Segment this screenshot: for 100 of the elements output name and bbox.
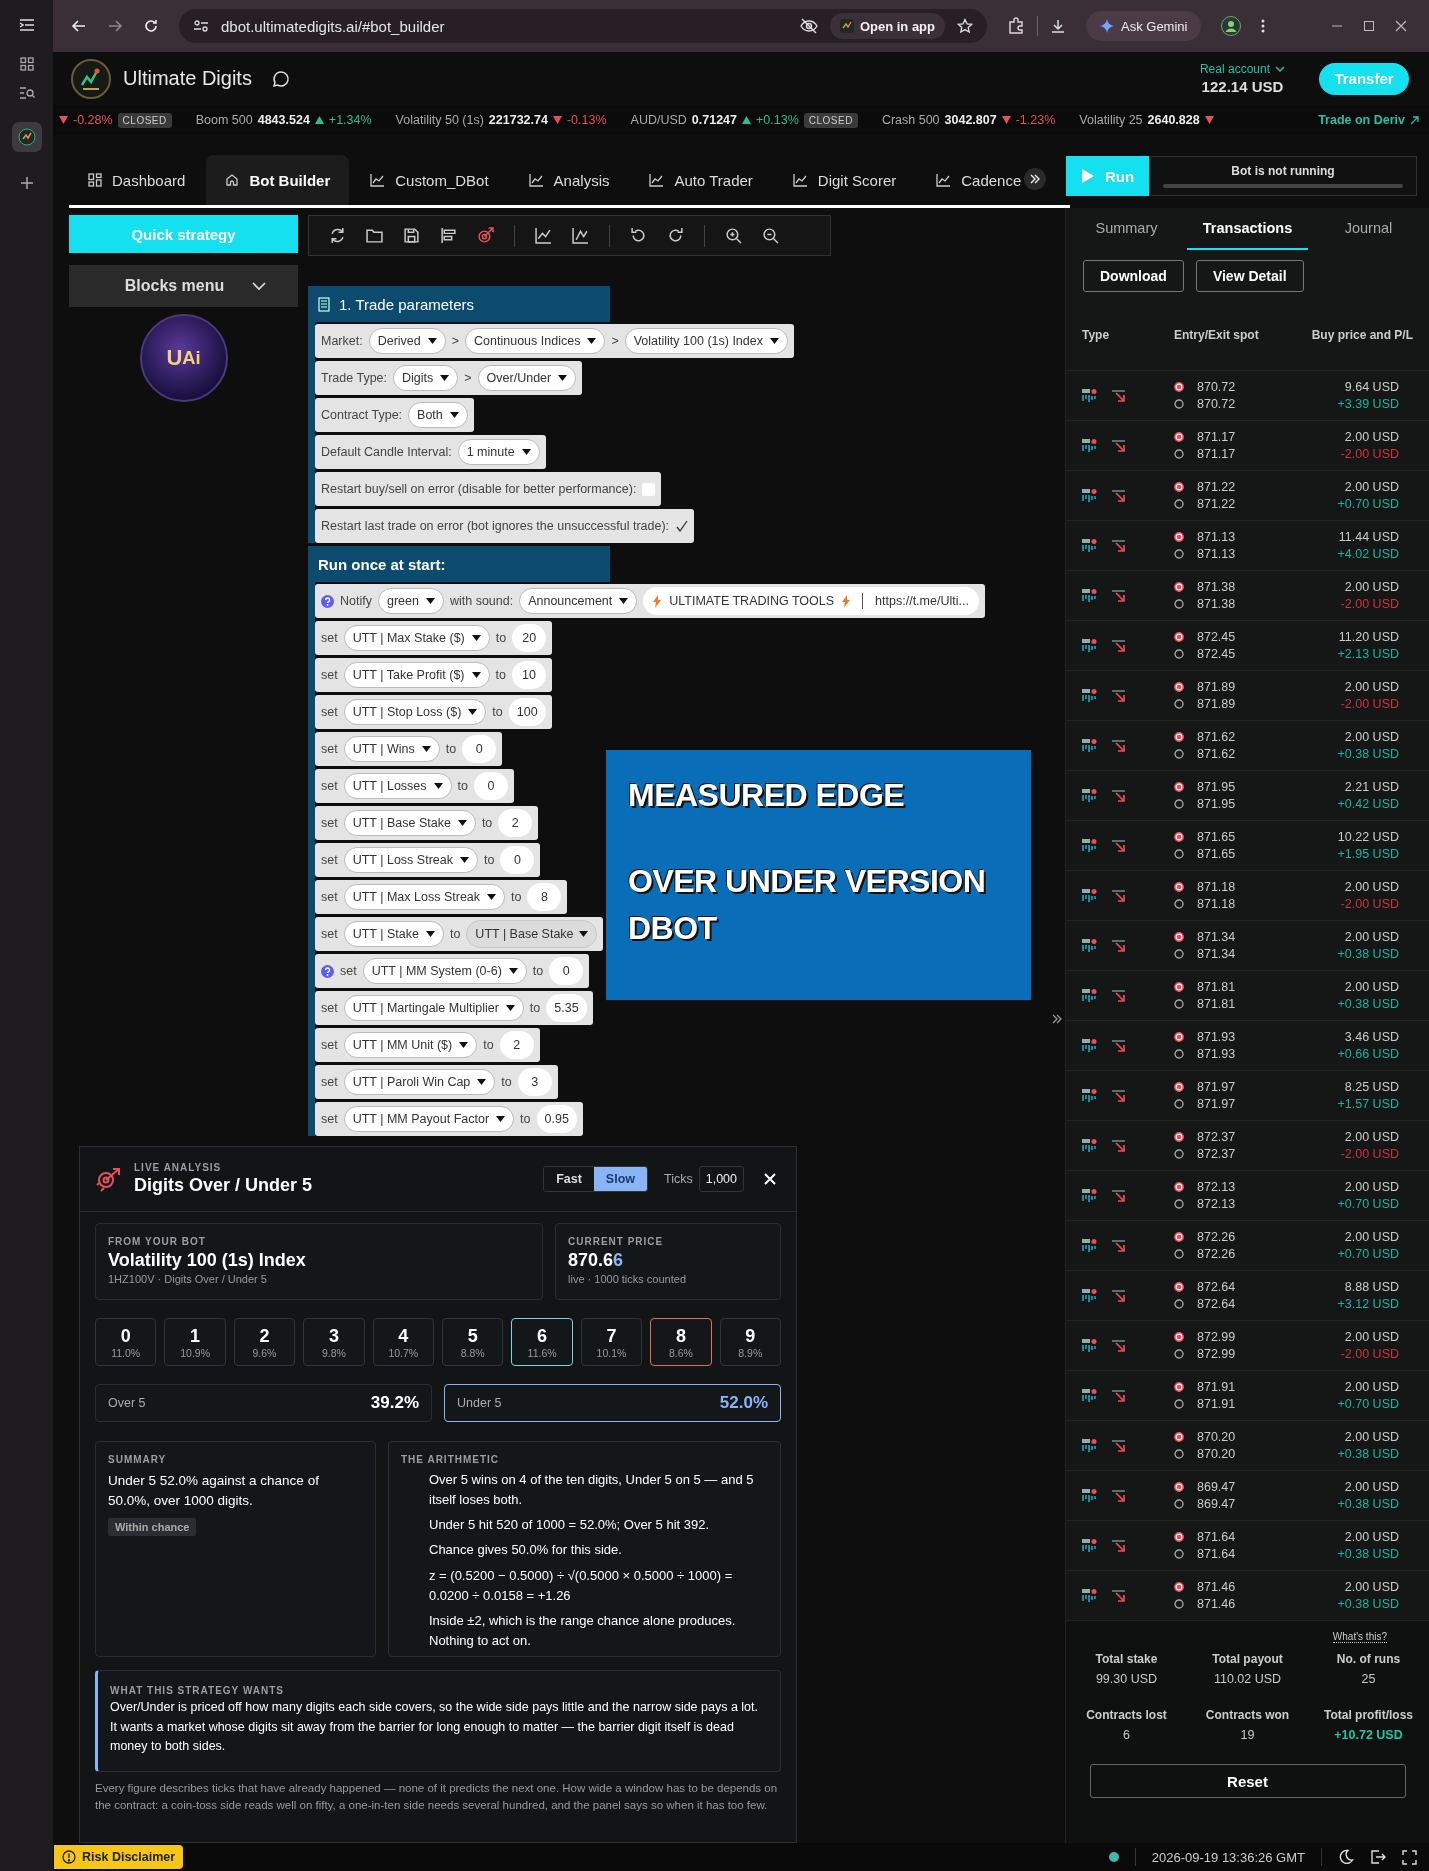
block-statement[interactable]: set UTT | Max Loss Streak to 8	[315, 880, 568, 914]
align-icon[interactable]	[440, 227, 457, 244]
app-tile[interactable]	[11, 122, 42, 152]
block-dropdown[interactable]: 1 minute	[457, 439, 540, 465]
eye-off-icon[interactable]	[799, 18, 818, 34]
number-field[interactable]: 2	[498, 809, 533, 837]
block-dropdown[interactable]: UTT | Base Stake	[343, 810, 476, 836]
block-statement[interactable]: Trade Type: Digits > Over/Under	[315, 361, 583, 395]
search-list-icon[interactable]	[18, 86, 35, 100]
block-statement[interactable]: set UTT | Base Stake to 2	[315, 806, 539, 840]
help-icon[interactable]	[321, 594, 334, 608]
nav-tab[interactable]: Analysis	[509, 155, 629, 205]
site-info-icon[interactable]	[193, 19, 209, 33]
logout-icon[interactable]	[1370, 1849, 1386, 1865]
maximize-icon[interactable]	[1363, 20, 1375, 32]
block-dropdown[interactable]: Over/Under	[477, 365, 577, 391]
block-dropdown[interactable]: UTT | MM Payout Factor	[343, 1106, 515, 1132]
nav-tab[interactable]: Cadence	[917, 155, 1041, 205]
account-switcher[interactable]: Real account	[1199, 62, 1285, 76]
block-statement[interactable]: Default Candle Interval: 1 minute	[315, 435, 546, 469]
block-statement[interactable]: set UTT | Losses to 0	[315, 769, 514, 803]
profile-avatar-icon[interactable]	[1221, 16, 1242, 36]
block-dropdown[interactable]: Derived	[368, 328, 446, 354]
line-chart-icon[interactable]	[535, 227, 552, 244]
block-dropdown[interactable]: UTT | MM Unit ($)	[343, 1032, 478, 1058]
zoom-in-icon[interactable]	[725, 227, 742, 244]
number-field[interactable]: 0	[462, 735, 497, 763]
number-field[interactable]: 0	[474, 772, 508, 800]
nav-tab[interactable]: Dashboard	[69, 155, 205, 205]
help-icon[interactable]	[321, 964, 334, 978]
block-statement[interactable]: set UTT | Wins to 0	[315, 732, 503, 766]
forward-icon[interactable]	[107, 18, 123, 34]
block-header[interactable]: 1. Trade parameters	[308, 286, 610, 322]
star-icon[interactable]	[957, 18, 973, 34]
ticks-field[interactable]: 1,000	[698, 1166, 744, 1192]
back-icon[interactable]	[71, 18, 87, 34]
target-icon[interactable]	[477, 227, 494, 244]
chat-icon[interactable]	[271, 69, 290, 88]
block-statement[interactable]: set UTT | MM System (0-6) to 0	[315, 954, 590, 988]
folder-icon[interactable]	[366, 227, 383, 244]
block-dropdown[interactable]: Volatility 100 (1s) Index	[624, 328, 788, 354]
reload-icon[interactable]	[143, 18, 159, 34]
block-dropdown[interactable]: UTT | Loss Streak	[343, 847, 478, 873]
close-icon[interactable]	[1395, 20, 1407, 32]
block-statement[interactable]: Market: Derived > Continuous Indices > Volatility 100 (1s) Index	[315, 324, 794, 358]
view-detail-button[interactable]: View Detail	[1195, 260, 1304, 292]
block-dropdown[interactable]: green	[377, 588, 444, 614]
reset-icon[interactable]	[329, 227, 346, 244]
number-field[interactable]: 3	[517, 1068, 552, 1096]
number-field[interactable]: 2	[499, 1031, 534, 1059]
extensions-icon[interactable]	[1007, 17, 1025, 35]
nav-tab[interactable]: Digit Scorer	[773, 155, 916, 205]
checkbox[interactable]	[642, 482, 656, 496]
number-field[interactable]: 20	[512, 624, 547, 652]
grid-icon[interactable]	[19, 57, 34, 71]
ask-assistant-button[interactable]: Ask Gemini	[1086, 11, 1202, 41]
block-dropdown[interactable]: UTT | Losses	[343, 773, 452, 799]
block-dropdown[interactable]: Both	[408, 402, 468, 428]
block-dropdown[interactable]: UTT | Stake	[343, 921, 444, 947]
block-statement[interactable]: set UTT | MM Payout Factor to 0.95	[315, 1102, 583, 1136]
nav-tab[interactable]: Custom_DBot	[351, 155, 508, 205]
block-dropdown[interactable]: UTT | MM System (0-6)	[362, 958, 527, 984]
number-field[interactable]: 100	[508, 698, 546, 726]
number-field[interactable]: 8	[527, 883, 562, 911]
number-field[interactable]: 10	[511, 661, 546, 689]
block-statement[interactable]: set UTT | Max Stake ($) to 20	[315, 621, 553, 655]
block-dropdown[interactable]: UTT | Take Profit ($)	[343, 662, 490, 688]
nav-tab[interactable]: Auto Trader	[630, 155, 772, 205]
checkbox[interactable]	[675, 519, 689, 533]
message-field[interactable]: ULTIMATE TRADING TOOLS https://t.me/Ulti...	[643, 587, 979, 615]
block-statement[interactable]: Restart last trade on error (bot ignores the unsuccessful trade):	[315, 509, 695, 543]
block-statement[interactable]: set UTT | Loss Streak to 0	[315, 843, 541, 877]
block-dropdown[interactable]: UTT | Stop Loss ($)	[343, 699, 487, 725]
blocks-menu-toggle[interactable]: Blocks menu	[69, 265, 298, 307]
block-statement[interactable]: set UTT | MM Unit ($) to 2	[315, 1028, 540, 1062]
variable-block[interactable]: UTT | Base Stake	[466, 920, 597, 948]
block-statement[interactable]: set UTT | Martingale Multiplier to 5.35	[315, 991, 593, 1025]
block-dropdown[interactable]: UTT | Wins	[343, 736, 440, 762]
undo-icon[interactable]	[630, 227, 647, 244]
block-dropdown[interactable]: Announcement	[519, 588, 638, 614]
save-icon[interactable]	[403, 227, 420, 244]
sidebar-toggle-icon[interactable]	[18, 18, 35, 32]
block-statement[interactable]: set UTT | Paroli Win Cap to 3	[315, 1065, 558, 1099]
scroll-tabs-button[interactable]	[1024, 168, 1046, 190]
block-dropdown[interactable]: UTT | Martingale Multiplier	[343, 995, 524, 1021]
address-bar[interactable]: dbot.ultimatedigits.ai/#bot_builder Open in app	[179, 9, 987, 43]
block-header[interactable]: Run once at start:	[308, 546, 610, 582]
block-dropdown[interactable]: UTT | Max Stake ($)	[343, 625, 490, 651]
moon-icon[interactable]	[1338, 1849, 1354, 1865]
zoom-out-icon[interactable]	[762, 227, 779, 244]
block-statement[interactable]: set UTT | Stop Loss ($) to 100	[315, 695, 552, 729]
speed-toggle[interactable]: Slow	[593, 1167, 647, 1191]
block-statement[interactable]: set UTT | Stake to UTT | Base Stake	[315, 917, 603, 951]
plus-icon[interactable]	[19, 176, 34, 190]
whats-this-link[interactable]: What's this?	[1332, 1631, 1387, 1643]
risk-disclaimer-button[interactable]: Risk Disclaimer	[54, 1845, 184, 1869]
block-statement[interactable]: set UTT | Take Profit ($) to 10	[315, 658, 552, 692]
block-statement[interactable]: Contract Type: Both	[315, 398, 474, 432]
number-field[interactable]: 5.35	[546, 994, 587, 1022]
fullscreen-icon[interactable]	[1402, 1849, 1417, 1865]
